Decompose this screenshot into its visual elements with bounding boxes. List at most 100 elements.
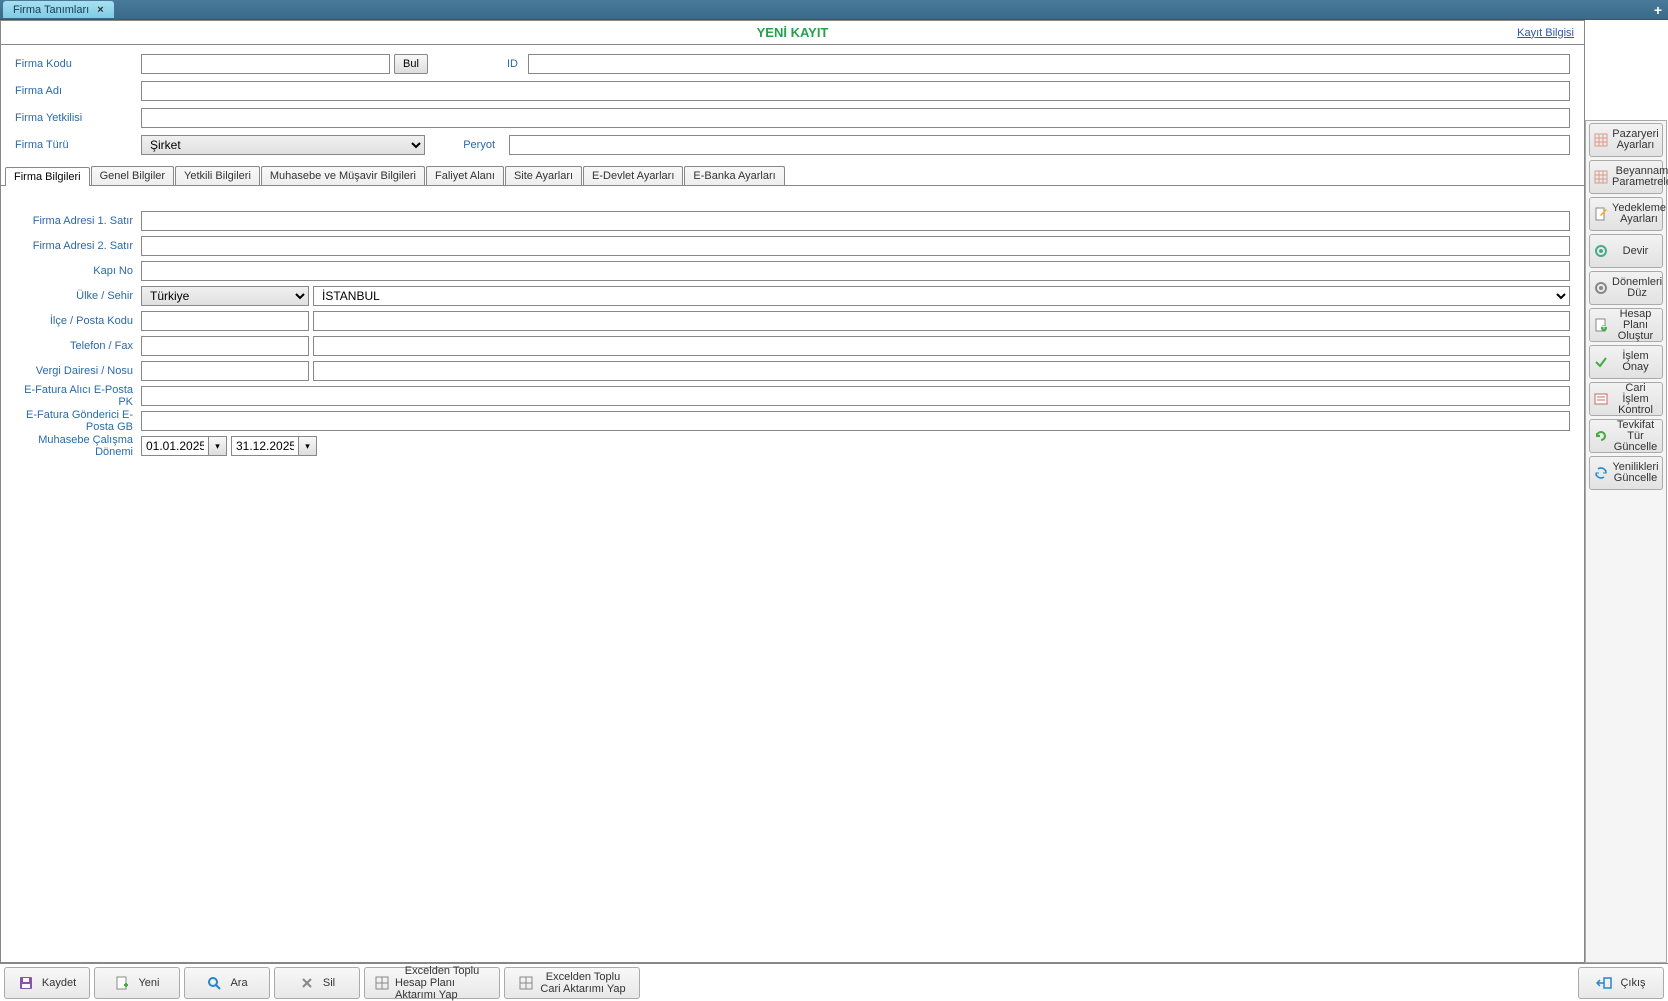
save-icon [18, 975, 34, 991]
date-picker-start-icon[interactable]: ▾ [209, 436, 227, 456]
label-efatura-pk: E-Fatura Alıcı E-Posta PK [15, 384, 141, 408]
document-tab[interactable]: Firma Tanımları × [3, 1, 114, 18]
sidebar-yenilikleri[interactable]: Yenilikleri Güncelle [1589, 456, 1663, 490]
add-tab-icon[interactable]: + [1654, 2, 1662, 18]
sidebar-devir[interactable]: Devir [1589, 234, 1663, 268]
sil-button[interactable]: Sil [274, 967, 360, 999]
input-posta-kodu[interactable] [313, 311, 1570, 331]
input-donem-end[interactable] [231, 436, 299, 456]
sidebar-donemleri[interactable]: Dönemleri Düz [1589, 271, 1663, 305]
input-efatura-gb[interactable] [141, 411, 1570, 431]
input-id[interactable] [528, 54, 1570, 74]
excel-cari-button[interactable]: Excelden Toplu Cari Aktarımı Yap [504, 967, 640, 999]
select-sehir[interactable]: İSTANBUL [313, 286, 1570, 306]
label-peryot: Peryot [445, 139, 509, 151]
gear-icon [1593, 280, 1609, 296]
label-vergi: Vergi Dairesi / Nosu [15, 365, 141, 377]
sidebar-hesap-plani[interactable]: + Hesap Planı Oluştur [1589, 308, 1663, 342]
check-icon [1593, 354, 1609, 370]
gear-user-icon [1593, 243, 1609, 259]
sidebar-label: Devir [1612, 246, 1659, 257]
grid-icon [1593, 132, 1609, 148]
input-telefon[interactable] [141, 336, 309, 356]
close-tab-icon[interactable]: × [97, 4, 103, 16]
tab-genel-bilgiler[interactable]: Genel Bilgiler [91, 166, 174, 185]
button-label: Yeni [138, 977, 159, 989]
input-firma-adi[interactable] [141, 81, 1570, 101]
sidebar-label: Beyanname Parametreleri [1612, 166, 1668, 188]
label-adres2: Firma Adresi 2. Satır [15, 240, 141, 252]
input-firma-yetkilisi[interactable] [141, 108, 1570, 128]
input-vergi-dairesi[interactable] [141, 361, 309, 381]
sidebar-label: Yedekleme Ayarları [1612, 203, 1666, 225]
input-fax[interactable] [313, 336, 1570, 356]
excel-hesap-plani-button[interactable]: Excelden Toplu Hesap Planı Aktarımı Yap [364, 967, 500, 999]
sidebar-label: Cari İşlem Kontrol [1612, 383, 1659, 416]
tab-content: Firma Adresi 1. Satır Firma Adresi 2. Sa… [1, 186, 1584, 962]
tab-faliyet-alani[interactable]: Faliyet Alanı [426, 166, 504, 185]
input-donem-start[interactable] [141, 436, 209, 456]
input-firma-kodu[interactable] [141, 54, 390, 74]
input-adres1[interactable] [141, 211, 1570, 231]
date-picker-end-icon[interactable]: ▾ [299, 436, 317, 456]
excel-grid-icon [375, 975, 389, 991]
window-tabbar: Firma Tanımları × + [0, 0, 1668, 19]
sidebar-cari-islem[interactable]: Cari İşlem Kontrol [1589, 382, 1663, 416]
title-bar: YENİ KAYIT Kayıt Bilgisi [1, 21, 1584, 45]
search-icon [206, 975, 222, 991]
button-label-line2: Cari Aktarımı Yap [540, 983, 625, 995]
button-label: Çıkış [1620, 977, 1645, 989]
sidebar-label: Dönemleri Düz [1612, 277, 1662, 299]
input-adres2[interactable] [141, 236, 1570, 256]
input-ilce[interactable] [141, 311, 309, 331]
button-label: Sil [323, 977, 335, 989]
button-label: Kaydet [42, 977, 76, 989]
sidebar-label: Tevkifat Tür Güncelle [1612, 420, 1659, 453]
input-efatura-pk[interactable] [141, 386, 1570, 406]
sync-icon [1593, 465, 1609, 481]
tab-muhasebe-musavir[interactable]: Muhasebe ve Müşavir Bilgileri [261, 166, 425, 185]
sidebar-label: Pazaryeri Ayarları [1612, 129, 1659, 151]
refresh-icon [1593, 428, 1609, 444]
ara-button[interactable]: Ara [184, 967, 270, 999]
select-ulke[interactable]: Türkiye [141, 286, 309, 306]
button-label-line2: Hesap Planı Aktarımı Yap [395, 977, 489, 1001]
tab-yetkili-bilgileri[interactable]: Yetkili Bilgileri [175, 166, 260, 185]
document-new-icon: + [1593, 317, 1609, 333]
tab-site-ayarlari[interactable]: Site Ayarları [505, 166, 582, 185]
page-title: YENİ KAYIT [757, 25, 829, 40]
record-info-link[interactable]: Kayıt Bilgisi [1517, 27, 1574, 39]
label-ilce-posta: İlçe / Posta Kodu [15, 315, 141, 327]
kaydet-button[interactable]: Kaydet [4, 967, 90, 999]
label-firma-yetkilisi: Firma Yetkilisi [15, 112, 141, 124]
label-firma-kodu: Firma Kodu [15, 58, 141, 70]
tab-edevlet-ayarlari[interactable]: E-Devlet Ayarları [583, 166, 683, 185]
sidebar-islem-onay[interactable]: İşlem Onay [1589, 345, 1663, 379]
yeni-button[interactable]: Yeni [94, 967, 180, 999]
select-firma-turu[interactable]: Şirket [141, 135, 425, 155]
delete-icon [299, 975, 315, 991]
cikis-button[interactable]: Çıkış [1578, 967, 1664, 999]
label-kapi-no: Kapı No [15, 265, 141, 277]
label-telefon-fax: Telefon / Fax [15, 340, 141, 352]
label-adres1: Firma Adresi 1. Satır [15, 215, 141, 227]
sidebar-pazaryeri[interactable]: Pazaryeri Ayarları [1589, 123, 1663, 157]
sidebar-yedekleme[interactable]: Yedekleme Ayarları [1589, 197, 1663, 231]
tab-firma-bilgileri[interactable]: Firma Bilgileri [5, 167, 90, 186]
bottom-toolbar: Kaydet Yeni Ara Sil Excelden Toplu Hesap… [0, 963, 1668, 1001]
button-label-line1: Excelden Toplu [546, 971, 620, 983]
label-id: ID [488, 58, 528, 70]
sidebar-beyanname[interactable]: Beyanname Parametreleri [1589, 160, 1663, 194]
sidebar-label: Hesap Planı Oluştur [1612, 309, 1659, 342]
sidebar: Pazaryeri Ayarları Beyanname Parametrele… [1585, 120, 1667, 963]
bul-button[interactable]: Bul [394, 54, 428, 74]
tab-ebanka-ayarlari[interactable]: E-Banka Ayarları [684, 166, 784, 185]
input-vergi-no[interactable] [313, 361, 1570, 381]
sidebar-tevkifat[interactable]: Tevkifat Tür Güncelle [1589, 419, 1663, 453]
list-check-icon [1593, 391, 1609, 407]
input-kapi-no[interactable] [141, 261, 1570, 281]
button-label-line1: Excelden Toplu [405, 965, 479, 977]
new-document-icon [114, 975, 130, 991]
label-firma-adi: Firma Adı [15, 85, 141, 97]
input-peryot[interactable] [509, 135, 1570, 155]
